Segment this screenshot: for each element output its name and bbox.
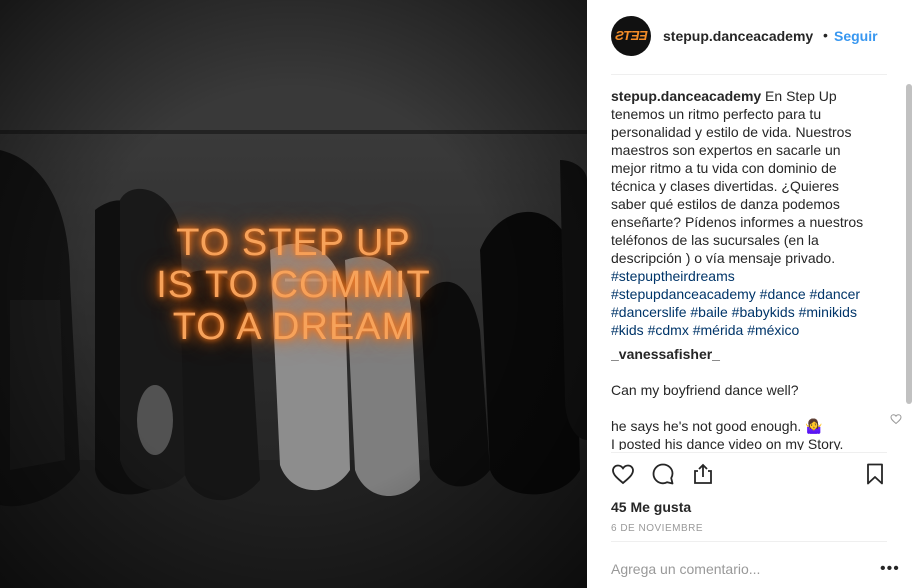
comments-scrollbar[interactable] <box>906 84 912 450</box>
hashtag[interactable]: #dancer <box>810 286 861 302</box>
heart-icon[interactable] <box>611 462 635 491</box>
comment-input[interactable] <box>611 561 861 577</box>
comment-line-3: I posted his dance video on my Story. <box>611 436 844 450</box>
comment-line-2: he says he's not good enough. 🤷‍♀️ <box>611 418 823 434</box>
neon-quote: TO STEP UP IS TO COMMIT TO A DREAM <box>0 222 587 348</box>
comment-input-divider <box>611 541 887 542</box>
avatar[interactable]: ƧTƎƎ <box>611 16 651 56</box>
follow-button[interactable]: Seguir <box>834 28 878 44</box>
hashtag[interactable]: #stepupdanceacademy <box>611 286 756 302</box>
bookmark-icon[interactable] <box>863 462 887 491</box>
hashtag[interactable]: #dance <box>760 286 806 302</box>
separator-dot: • <box>823 27 828 43</box>
comment-like-icon[interactable] <box>890 412 902 430</box>
comment-line-1: Can my boyfriend dance well? <box>611 382 799 398</box>
comments-area[interactable]: stepup.danceacademy En Step Up tenemos u… <box>611 87 887 450</box>
hashtag[interactable]: #méxico <box>747 322 799 338</box>
hashtag[interactable]: #kids <box>611 322 644 338</box>
post-header: ƧTƎƎ stepup.danceacademy • Seguir <box>587 0 912 74</box>
hashtag[interactable]: #baile <box>690 304 727 320</box>
hashtag[interactable]: #dancerslife <box>611 304 687 320</box>
caption: stepup.danceacademy En Step Up tenemos u… <box>611 87 873 339</box>
avatar-logo-text: ƧTƎƎ <box>615 28 647 43</box>
post-image[interactable]: TO STEP UP IS TO COMMIT TO A DREAM <box>0 0 587 588</box>
hashtag[interactable]: #minikids <box>799 304 857 320</box>
speech-bubble-icon[interactable] <box>651 462 675 491</box>
caption-text: En Step Up tenemos un ritmo perfecto par… <box>611 88 864 266</box>
actions-divider <box>611 452 887 453</box>
action-bar <box>611 462 901 490</box>
like-count[interactable]: 45 Me gusta <box>611 499 691 515</box>
hashtag[interactable]: #stepuptheirdreams <box>611 268 735 284</box>
scrollbar-thumb[interactable] <box>906 84 912 404</box>
share-icon[interactable] <box>691 462 715 491</box>
hashtag[interactable]: #mérida <box>693 322 744 338</box>
caption-username[interactable]: stepup.danceacademy <box>611 88 761 104</box>
header-divider <box>611 74 887 75</box>
comment-username[interactable]: _vanessafisher_ <box>611 345 887 363</box>
username-link[interactable]: stepup.danceacademy <box>663 28 813 44</box>
hashtag[interactable]: #babykids <box>732 304 795 320</box>
post-date: 6 DE NOVIEMBRE <box>611 523 704 534</box>
neon-line-2: IS TO COMMIT <box>156 264 431 306</box>
neon-line-3: TO A DREAM <box>172 306 415 348</box>
more-options-button[interactable]: ••• <box>880 560 900 578</box>
hashtag[interactable]: #cdmx <box>648 322 689 338</box>
post-side-panel: ƧTƎƎ stepup.danceacademy • Seguir stepup… <box>587 0 912 588</box>
neon-line-1: TO STEP UP <box>176 222 411 264</box>
comment: _vanessafisher_ Can my boyfriend dance w… <box>611 345 887 450</box>
